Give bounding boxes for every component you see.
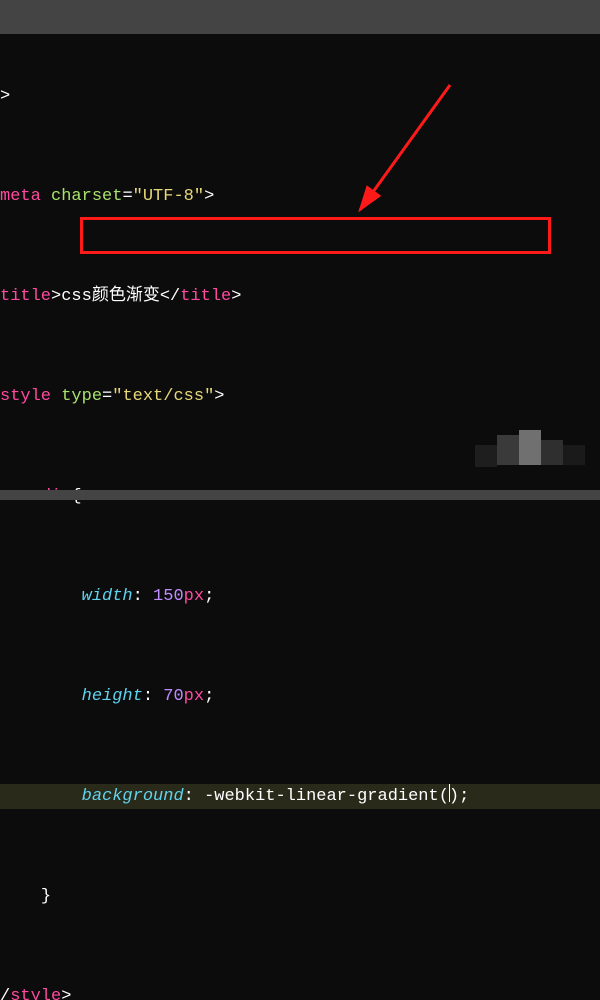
brace-close: } [41, 887, 51, 906]
tag-meta: meta [0, 187, 41, 206]
pixelation-overlay [475, 430, 595, 470]
code-line[interactable]: meta charset="UTF-8"> [0, 184, 600, 209]
code-line[interactable]: > [0, 84, 600, 109]
prop-background: background [82, 787, 184, 806]
tag-style-close: style [10, 987, 61, 1000]
gt: > [231, 287, 241, 306]
gt: > [214, 387, 224, 406]
code-line[interactable]: title>css颜色渐变</title> [0, 284, 600, 309]
editor-bottom-bar [0, 490, 600, 500]
attr-charset: charset [51, 187, 122, 206]
tag-title-close: title [180, 287, 231, 306]
colon: : [133, 587, 143, 606]
unit-px: px [184, 687, 204, 706]
code-line[interactable]: style type="text/css"> [0, 384, 600, 409]
semicolon: ; [204, 587, 214, 606]
gt: > [51, 287, 61, 306]
semicolon: ; [204, 687, 214, 706]
number: 150 [153, 587, 184, 606]
semicolon: ; [459, 787, 469, 806]
prop-width: width [82, 587, 133, 606]
attr-type: type [61, 387, 102, 406]
code-line[interactable]: /style> [0, 984, 600, 1000]
lt-slash: </ [160, 287, 180, 306]
string: text/css [122, 387, 204, 406]
text: css颜色渐变 [61, 287, 160, 306]
quote: " [112, 387, 122, 406]
code-line-current[interactable]: background: -webkit-linear-gradient(); [0, 784, 600, 809]
value-gradient-close: ) [449, 787, 459, 806]
code-line[interactable]: width: 150px; [0, 584, 600, 609]
colon: : [143, 687, 153, 706]
punct: > [0, 87, 10, 106]
colon: : [184, 787, 194, 806]
quote: " [133, 187, 143, 206]
gt: > [61, 987, 71, 1000]
eq: = [122, 187, 132, 206]
unit-px: px [184, 587, 204, 606]
code-editor[interactable]: > meta charset="UTF-8"> title>css颜色渐变</t… [0, 0, 600, 500]
gt: > [204, 187, 214, 206]
quote: " [194, 187, 204, 206]
editor-top-bar [0, 0, 600, 34]
prop-height: height [82, 687, 143, 706]
slash: / [0, 987, 10, 1000]
tag-style: style [0, 387, 51, 406]
code-area[interactable]: > meta charset="UTF-8"> title>css颜色渐变</t… [0, 34, 600, 1000]
tag-title: title [0, 287, 51, 306]
code-line[interactable]: } [0, 884, 600, 909]
string: UTF-8 [143, 187, 194, 206]
number: 70 [163, 687, 183, 706]
quote: " [204, 387, 214, 406]
eq: = [102, 387, 112, 406]
code-line[interactable]: height: 70px; [0, 684, 600, 709]
value-gradient: -webkit-linear-gradient( [204, 787, 449, 806]
